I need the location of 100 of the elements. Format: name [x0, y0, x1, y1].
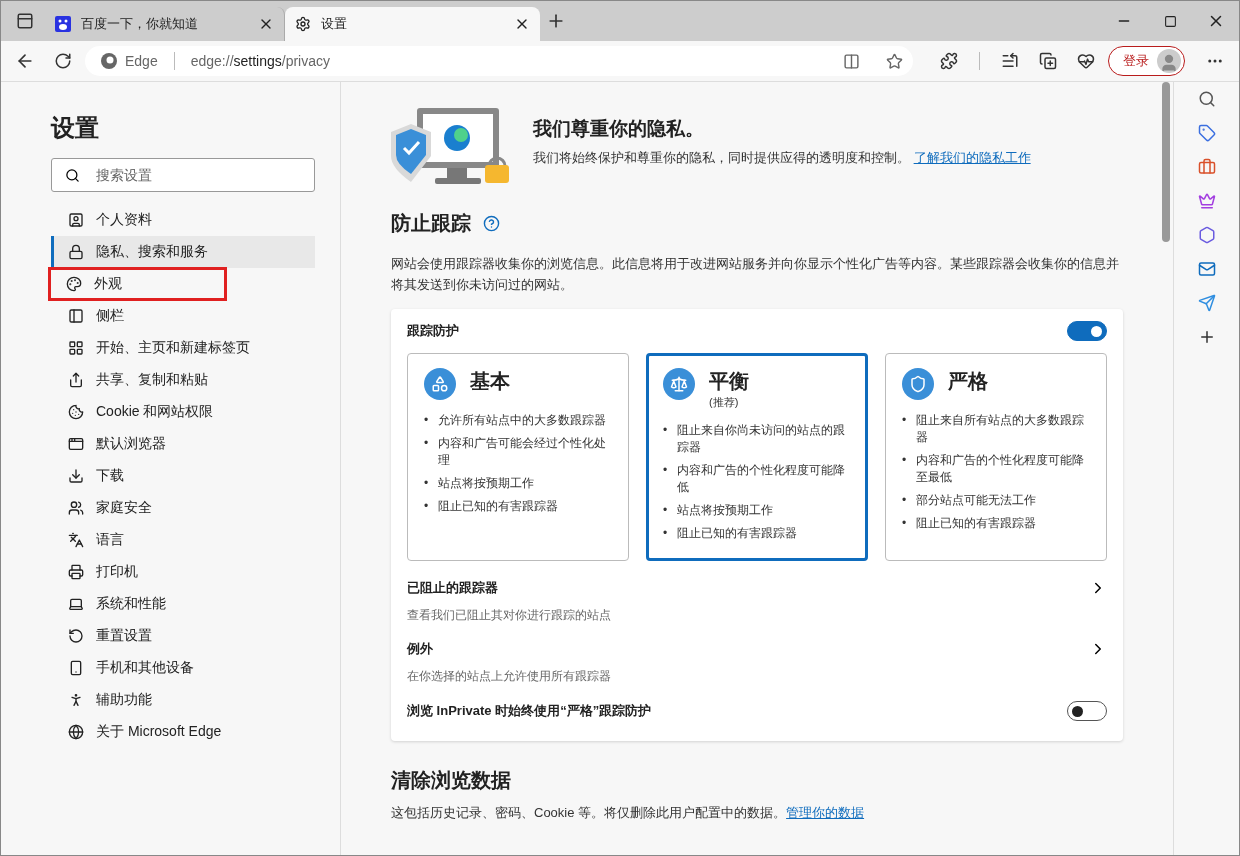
search-icon[interactable] — [1197, 90, 1216, 108]
sidebar-item[interactable]: 系统和性能 — [51, 588, 315, 620]
level-option[interactable]: 严格 • 阻止来自所有站点的大多数跟踪器 • 内容和广告的个性化程度可能降至最低 • 部分站点可能无法工作 • 阻止已知的有害跟踪器 — [885, 353, 1107, 561]
profile-icon — [68, 212, 84, 228]
tag-icon[interactable] — [1197, 124, 1216, 142]
browser-logo-icon — [101, 53, 117, 69]
tab-title: 设置 — [321, 15, 348, 33]
sidebar-item[interactable]: 辅助功能 — [51, 684, 315, 716]
people-icon — [68, 500, 84, 516]
url-text: edge://settings/privacy — [190, 53, 331, 69]
sidebar-item[interactable]: 外观 — [49, 268, 226, 300]
lock-icon — [68, 244, 84, 260]
sidebar-item[interactable]: 共享、复制和粘贴 — [51, 364, 315, 396]
bullet-marker: • — [663, 422, 668, 439]
mail-icon[interactable] — [1197, 260, 1216, 278]
bullet-text: 站点将按预期工作 — [677, 502, 774, 519]
sidebar-item[interactable]: 家庭安全 — [51, 492, 315, 524]
sidebar-item[interactable]: 下载 — [51, 460, 315, 492]
sidebar-item[interactable]: 侧栏 — [51, 300, 315, 332]
printer-icon — [68, 564, 84, 580]
paper-plane-icon[interactable] — [1197, 294, 1216, 312]
address-bar[interactable]: Edge edge://settings/privacy — [85, 46, 913, 76]
option-subtitle: 查看我们已阻止其对你进行跟踪的站点 — [407, 607, 612, 624]
bullet-marker: • — [424, 435, 429, 452]
grid-icon — [68, 340, 84, 356]
toggle-switch[interactable] — [1067, 701, 1107, 721]
sidebar-item[interactable]: 关于 Microsoft Edge — [51, 716, 315, 748]
level-option[interactable]: 基本 • 允许所有站点中的大多数跟踪器 • 内容和广告可能会经过个性化处理 • 站点将按预期工作 • 阻止已知的有害跟踪器 — [407, 353, 629, 561]
level-name: 平衡 — [709, 369, 749, 394]
search-field[interactable]: 搜索设置 — [51, 158, 315, 192]
browser-icon — [68, 436, 84, 452]
shapes-icon — [424, 368, 456, 400]
bullet-text: 阻止来自你尚未访问的站点的跟踪器 — [677, 422, 847, 456]
bullet-marker: • — [424, 498, 429, 515]
search-icon — [65, 168, 80, 183]
manage-data-link[interactable]: 管理你的数据 — [786, 805, 865, 820]
section-title: 防止跟踪 — [391, 211, 471, 236]
card-title: 跟踪防护 — [407, 322, 459, 340]
login-button[interactable]: 登录 — [1108, 46, 1185, 76]
bullet-marker: • — [424, 475, 429, 492]
bullet-text: 内容和广告可能会经过个性化处理 — [438, 435, 608, 469]
phone-icon — [68, 660, 84, 676]
bullet-marker: • — [424, 412, 429, 429]
share-icon — [68, 372, 84, 388]
language-icon — [68, 532, 84, 548]
bullet-marker: • — [902, 452, 907, 469]
level-name: 严格 — [948, 369, 988, 394]
bullet-text: 阻止已知的有害跟踪器 — [677, 525, 798, 542]
scales-icon — [663, 368, 695, 400]
sidebar-item[interactable]: 默认浏览器 — [51, 428, 315, 460]
bullet-marker: • — [663, 502, 668, 519]
section-description: 网站会使用跟踪器收集你的浏览信息。此信息将用于改进网站服务并向你显示个性化广告等内容。某些跟踪器会收集你的信息并将其发送到你未访问过的网站。 — [391, 255, 1120, 294]
sidebar-item[interactable]: 隐私、搜索和服务 — [51, 236, 315, 268]
download-icon — [68, 468, 84, 484]
browser-tab[interactable]: 设置 — [285, 7, 540, 41]
level-option[interactable]: 平衡 (推荐) • 阻止来自你尚未访问的站点的跟踪器 • 内容和广告的个性化程度可能降低 • 站点将按预期工作 • 阻止已知的有害跟踪器 — [646, 353, 868, 561]
bullet-marker: • — [663, 462, 668, 479]
section-title: 清除浏览数据 — [391, 768, 511, 793]
sidebar-item[interactable]: 开始、主页和新建标签页 — [51, 332, 315, 364]
bullet-marker: • — [902, 515, 907, 532]
shield-icon — [902, 368, 934, 400]
settings-icon — [295, 16, 311, 32]
bullet-text: 阻止已知的有害跟踪器 — [916, 515, 1037, 532]
accessibility-icon — [68, 692, 84, 708]
cookie-icon — [68, 404, 84, 420]
level-subtitle: (推荐) — [709, 395, 740, 410]
palette-icon — [66, 276, 82, 292]
bullet-text: 阻止已知的有害跟踪器 — [438, 498, 559, 515]
bullet-text: 阻止来自所有站点的大多数跟踪器 — [916, 412, 1086, 446]
sidebar-icon — [68, 308, 84, 324]
bullet-text: 部分站点可能无法工作 — [916, 492, 1037, 509]
bullet-text: 允许所有站点中的大多数跟踪器 — [438, 412, 607, 429]
paw-icon — [55, 16, 71, 32]
brand-label: Edge — [125, 53, 158, 69]
sidebar-item[interactable]: 重置设置 — [51, 620, 315, 652]
help-icon[interactable] — [483, 215, 500, 232]
sidebar-item[interactable]: 手机和其他设备 — [51, 652, 315, 684]
scrollbar-thumb[interactable] — [1162, 82, 1170, 242]
toggle-switch[interactable] — [1067, 321, 1107, 341]
tab-title: 百度一下，你就知道 — [81, 15, 199, 33]
add-favorite-icon[interactable] — [886, 52, 903, 70]
sidebar-item[interactable]: 打印机 — [51, 556, 315, 588]
bullet-text: 内容和广告的个性化程度可能降低 — [677, 462, 847, 496]
clear-data-text: 这包括历史记录、密码、Cookie 等。将仅删除此用户配置中的数据。管理你的数据 — [391, 804, 866, 822]
settings-title: 设置 — [51, 113, 100, 143]
briefcase-icon[interactable] — [1197, 158, 1216, 176]
option-title: 例外 — [407, 640, 433, 658]
sidebar-item[interactable]: 个人资料 — [51, 204, 315, 236]
split-screen-icon[interactable] — [843, 52, 860, 70]
sidebar-item[interactable]: 语言 — [51, 524, 315, 556]
hexagon-icon[interactable] — [1197, 226, 1216, 244]
sidebar-item[interactable]: Cookie 和网站权限 — [51, 396, 315, 428]
level-name: 基本 — [470, 369, 510, 394]
privacy-text: 我们将始终保护和尊重你的隐私，同时提供应得的透明度和控制。 了解我们的隐私工作 — [533, 149, 1031, 167]
bullet-text: 内容和广告的个性化程度可能降至最低 — [916, 452, 1086, 486]
option-title: 浏览 InPrivate 时始终使用“严格”跟踪防护 — [407, 702, 652, 720]
bullet-text: 站点将按预期工作 — [438, 475, 535, 492]
bullet-marker: • — [663, 525, 668, 542]
reset-icon — [68, 628, 84, 644]
privacy-link[interactable]: 了解我们的隐私工作 — [913, 150, 1031, 165]
